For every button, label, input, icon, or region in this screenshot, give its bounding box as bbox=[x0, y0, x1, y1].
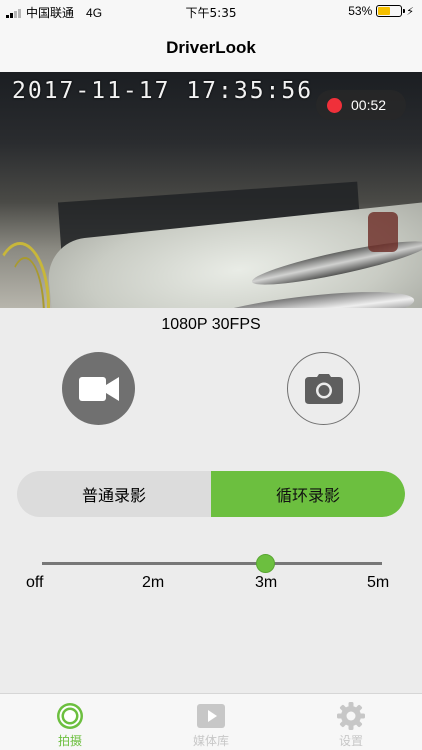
loop-duration-slider-thumb[interactable] bbox=[256, 554, 275, 573]
status-bar: 中国联通 4G 下午5:35 53% ⚡ bbox=[0, 0, 422, 24]
preview-scene-object bbox=[368, 212, 398, 252]
slider-label-3m: 3m bbox=[255, 574, 278, 591]
camera-preview[interactable]: 2017-11-17 17:35:56 00:52 bbox=[0, 72, 422, 308]
tab-label-capture: 拍摄 bbox=[57, 734, 82, 748]
play-icon bbox=[197, 704, 225, 728]
tab-media-library[interactable]: 媒体库 bbox=[171, 702, 251, 749]
record-video-button[interactable] bbox=[62, 352, 135, 425]
video-camera-icon bbox=[78, 376, 119, 401]
loop-duration-slider-track[interactable] bbox=[42, 562, 382, 565]
battery-percent: 53% bbox=[348, 4, 373, 18]
status-right: 53% ⚡ bbox=[348, 4, 414, 18]
tab-label-settings: 设置 bbox=[338, 734, 363, 748]
mode-normal-record[interactable]: 普通录影 bbox=[17, 471, 211, 517]
recording-indicator: 00:52 bbox=[316, 90, 406, 120]
record-dot-icon bbox=[327, 97, 342, 113]
slider-label-5m: 5m bbox=[367, 574, 390, 591]
video-timestamp: 2017-11-17 17:35:56 bbox=[12, 78, 314, 104]
navigation-bar: DriverLook bbox=[0, 24, 422, 72]
tab-capture[interactable]: 拍摄 bbox=[30, 702, 110, 749]
slider-label-2m: 2m bbox=[142, 574, 165, 591]
tab-bar: 拍摄 媒体库 设置 bbox=[0, 693, 422, 750]
tab-settings[interactable]: 设置 bbox=[311, 702, 391, 749]
take-photo-button[interactable] bbox=[287, 352, 360, 425]
record-mode-selector: 普通录影 循环录影 bbox=[17, 471, 405, 517]
gear-icon bbox=[337, 702, 365, 730]
battery-icon bbox=[376, 5, 406, 17]
resolution-label: 1080P 30FPS bbox=[161, 316, 261, 333]
tab-label-media: 媒体库 bbox=[192, 734, 229, 748]
recording-time: 00:52 bbox=[351, 97, 387, 113]
photo-camera-icon bbox=[304, 373, 343, 404]
charging-icon: ⚡ bbox=[406, 5, 414, 18]
capture-icon bbox=[57, 703, 83, 729]
page-title: DriverLook bbox=[166, 38, 256, 57]
mode-loop-record[interactable]: 循环录影 bbox=[211, 471, 405, 517]
slider-label-off: off bbox=[26, 574, 44, 591]
